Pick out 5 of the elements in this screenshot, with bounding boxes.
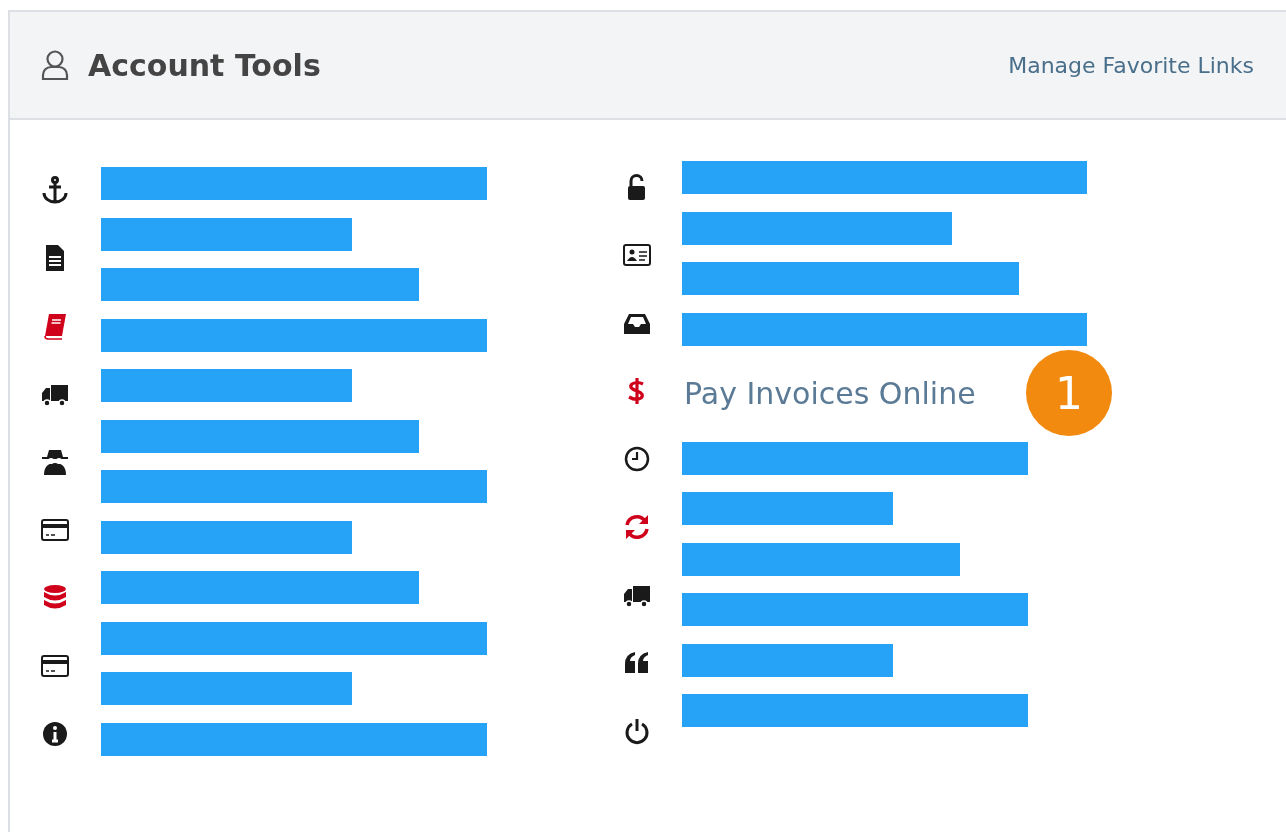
user-icon xyxy=(40,49,70,81)
step-number-marker: 1 xyxy=(1026,350,1112,436)
panel-title: Account Tools xyxy=(88,47,321,83)
pay-invoices-link[interactable]: Pay Invoices Online xyxy=(682,376,976,411)
manage-favorites-link[interactable]: Manage Favorite Links xyxy=(1008,52,1254,78)
